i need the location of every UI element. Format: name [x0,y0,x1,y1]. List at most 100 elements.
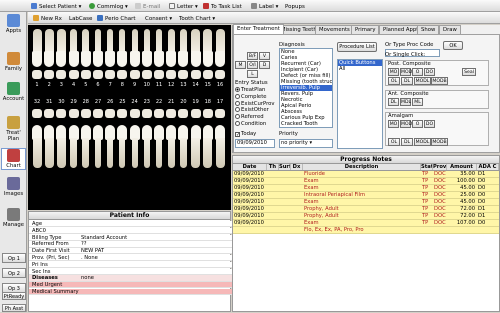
upper-tooth-crown[interactable] [117,51,128,67]
perio-chart-button[interactable]: Perio Chart [94,13,139,23]
email-button[interactable]: E-mail [132,1,163,11]
upper-tooth-crown[interactable] [215,51,225,67]
lower-tooth-occlusal[interactable] [68,109,79,118]
tab-draw[interactable]: Draw [439,25,461,34]
tab-show[interactable]: Show [417,25,440,34]
upper-tooth-root[interactable] [95,29,101,53]
lower-tooth-occlusal[interactable] [129,109,140,118]
status-complete[interactable]: Complete [235,93,267,100]
progress-note-row[interactable]: 09/09/2010 Exam TP DOC 107.00 D0 [233,220,499,227]
consent-button[interactable]: Consent ▾ [142,13,175,23]
upper-tooth-occlusal[interactable] [202,70,213,79]
amalgam-do-button[interactable]: DO [424,120,435,128]
module-family[interactable]: Family [1,52,26,72]
lower-tooth-root[interactable] [131,138,138,168]
upper-tooth-root[interactable] [107,29,114,53]
procedure-list-button[interactable]: Procedure List [337,42,377,52]
lower-tooth-root[interactable] [32,138,42,168]
op-button-ph-asst[interactable]: Ph Asst [2,304,26,312]
surface-d-button[interactable]: D [259,61,270,69]
lower-tooth-occlusal[interactable] [141,109,152,118]
module-manage[interactable]: Manage [1,208,26,228]
commlog-button[interactable]: Commlog ▾ [86,1,131,11]
lower-tooth-root[interactable] [119,138,126,168]
date-field[interactable]: 09/09/2010 [235,139,275,148]
module-treat-plan[interactable]: Treat' Plan [1,116,26,142]
upper-tooth-occlusal[interactable] [68,70,79,79]
tab-primary[interactable]: Primary [351,25,380,34]
upper-tooth-root[interactable] [143,29,150,53]
module-images[interactable]: Images [1,177,26,197]
upper-tooth-occlusal[interactable] [166,70,177,79]
post-composite-o-button[interactable]: O [412,68,423,76]
lower-tooth-root[interactable] [215,138,225,168]
module-chart[interactable]: Chart [1,148,26,170]
popups-button[interactable]: Popups [282,1,308,11]
progress-note-row[interactable]: 09/09/2010 Prophy, Adult TP DOC 72.00 D1 [233,206,499,213]
amalgam-o-button[interactable]: O [412,120,423,128]
upper-tooth-crown[interactable] [56,51,67,67]
lower-tooth-occlusal[interactable] [105,109,116,118]
upper-tooth-occlusal[interactable] [32,70,42,79]
lower-tooth-occlusal[interactable] [154,109,164,118]
lower-tooth-root[interactable] [107,138,114,168]
upper-tooth-occlusal[interactable] [215,70,225,79]
lower-tooth-occlusal[interactable] [202,109,213,118]
surface-v-button[interactable]: V [259,52,270,60]
upper-tooth-root[interactable] [191,29,201,53]
label-button[interactable]: Label ▾ [248,1,281,11]
progress-note-row[interactable]: 09/09/2010 Intraoral Periapical Film TP DOC… [233,192,499,199]
upper-tooth-occlusal[interactable] [154,70,164,79]
quick-buttons-item[interactable]: All [338,66,382,72]
post-composite-mo-button[interactable]: MO [388,68,399,76]
lower-tooth-occlusal[interactable] [166,109,177,118]
diagnosis-list[interactable]: None Caries Recurrent (Car) Incipient (Car)… [279,48,333,128]
upper-tooth-crown[interactable] [202,51,213,67]
upper-tooth-crown[interactable] [93,51,103,67]
upper-tooth-occlusal[interactable] [129,70,140,79]
column-header-amount[interactable]: Amount [447,164,477,170]
upper-tooth-crown[interactable] [44,51,55,67]
op-button-op-2[interactable]: Op 2 [2,268,26,278]
upper-tooth-occlusal[interactable] [93,70,103,79]
upper-tooth-root[interactable] [44,29,54,53]
upper-tooth-root[interactable] [32,29,42,53]
upper-tooth-root[interactable] [203,29,213,53]
upper-tooth-occlusal[interactable] [178,70,189,79]
upper-tooth-crown[interactable] [141,51,152,67]
column-header-dx[interactable]: Dx [291,164,303,170]
lower-tooth-occlusal[interactable] [190,109,201,118]
status-treatplan[interactable]: TreatPlan [235,87,265,93]
priority-dropdown[interactable]: no priority ▾ [279,139,333,148]
column-header-stat[interactable]: Stat [421,164,433,170]
upper-tooth-crown[interactable] [80,51,91,67]
tab-movements[interactable]: Movements [315,25,354,34]
progress-note-row[interactable]: 09/09/2010 Fluoride TP DOC 35.00 D1 [233,171,499,178]
ant-composite-ml-button[interactable]: ML [412,98,423,106]
tooth-chart-button[interactable]: Tooth Chart ▾ [176,13,218,23]
status-referred[interactable]: Referred [235,114,264,120]
upper-tooth-occlusal[interactable] [117,70,128,79]
lower-tooth-root[interactable] [56,138,66,168]
upper-tooth-root[interactable] [82,29,90,53]
upper-tooth-crown[interactable] [190,51,201,67]
lower-tooth-occlusal[interactable] [80,109,91,118]
lower-tooth-occlusal[interactable] [178,109,189,118]
lower-tooth-root[interactable] [44,138,54,168]
upper-tooth-occlusal[interactable] [190,70,201,79]
upper-tooth-root[interactable] [119,29,126,53]
upper-tooth-occlusal[interactable] [141,70,152,79]
upper-tooth-root[interactable] [56,29,66,53]
progress-note-row[interactable]: 09/09/2010 Exam TP DOC 100.00 D0 [233,178,499,185]
upper-tooth-crown[interactable] [154,51,164,67]
upper-tooth-occlusal[interactable] [56,70,67,79]
lower-tooth-occlusal[interactable] [117,109,128,118]
lower-tooth-root[interactable] [179,138,187,168]
status-existcurprov[interactable]: ExistCurProv [235,100,275,107]
lower-tooth-occlusal[interactable] [93,109,103,118]
ant-composite-mdl-button[interactable]: MDL [400,98,411,106]
progress-note-row[interactable]: 09/09/2010 Exam TP DOC 45.00 D0 [233,185,499,192]
upper-tooth-crown[interactable] [32,51,42,67]
amalgam-mod-button[interactable]: MOD [400,120,412,128]
upper-tooth-crown[interactable] [166,51,177,67]
